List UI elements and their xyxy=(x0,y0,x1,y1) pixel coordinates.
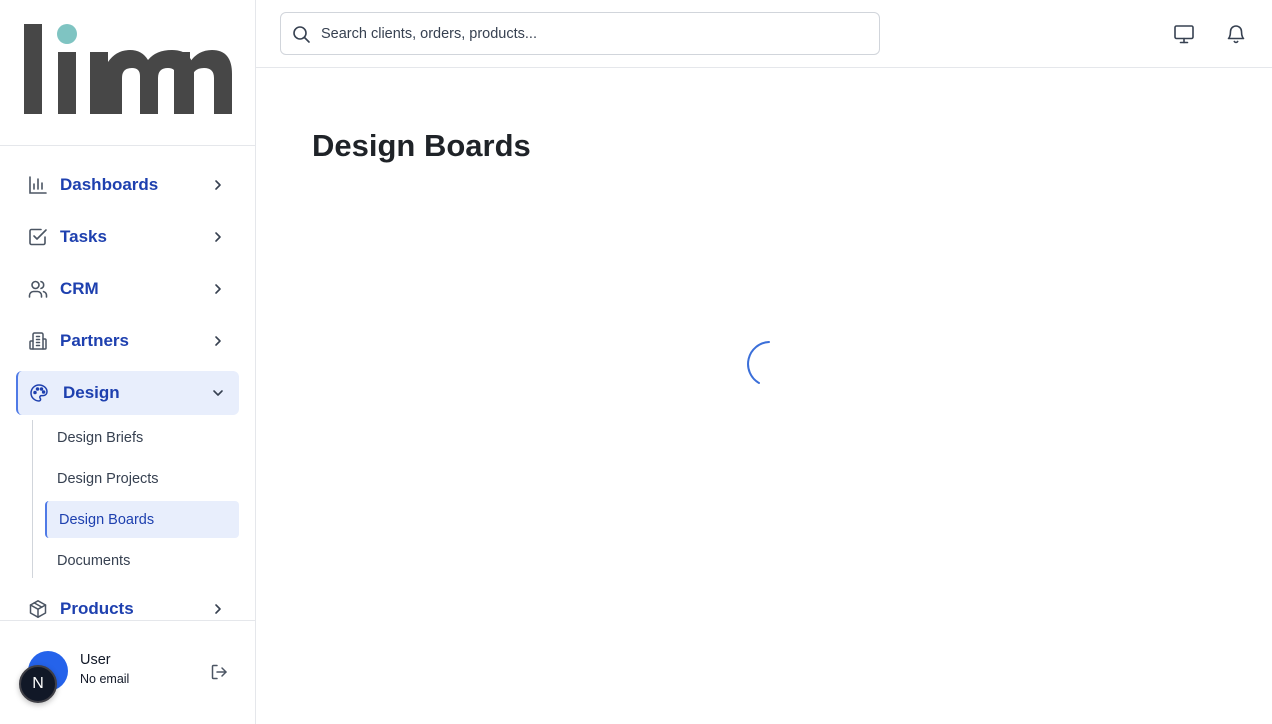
sidebar-item-crm[interactable]: CRM xyxy=(16,267,239,311)
sidebar-subitem-design-projects[interactable]: Design Projects xyxy=(45,460,239,497)
page-title: Design Boards xyxy=(312,128,531,163)
search-icon xyxy=(293,26,310,43)
sidebar-subitem-design-briefs[interactable]: Design Briefs xyxy=(45,419,239,456)
sidebar-item-tasks[interactable]: Tasks xyxy=(16,215,239,259)
chevron-right-icon xyxy=(215,336,221,346)
building-icon xyxy=(29,332,47,350)
submenu-guide-line xyxy=(32,420,33,578)
bar-chart-icon xyxy=(29,176,47,194)
package-icon xyxy=(29,600,47,618)
loading-spinner xyxy=(747,341,770,384)
chevron-down-icon xyxy=(213,390,223,396)
palette-icon xyxy=(30,384,48,402)
logo-area xyxy=(0,0,255,146)
chevron-right-icon xyxy=(215,284,221,294)
top-bar xyxy=(256,0,1272,68)
sidebar-item-label: Dashboards xyxy=(60,175,159,194)
check-square-icon xyxy=(29,228,47,246)
sidebar: Dashboards Tasks CRM Partners Design Des… xyxy=(0,0,256,724)
limn-logo[interactable] xyxy=(24,24,232,114)
sidebar-subitem-documents[interactable]: Documents xyxy=(45,542,239,579)
chevron-right-icon xyxy=(215,232,221,242)
sidebar-item-label: Tasks xyxy=(60,227,107,246)
chevron-right-icon xyxy=(215,604,221,614)
sidebar-item-partners[interactable]: Partners xyxy=(16,319,239,363)
search-input[interactable] xyxy=(321,21,871,47)
sidebar-item-products[interactable]: Products xyxy=(16,587,239,620)
bell-icon[interactable] xyxy=(1225,23,1247,45)
sidebar-item-label: Products xyxy=(60,599,134,618)
user-email: No email xyxy=(80,672,130,686)
chevron-right-icon xyxy=(215,180,221,190)
sidebar-item-label: CRM xyxy=(60,279,99,298)
sidebar-subitem-design-boards[interactable]: Design Boards xyxy=(45,501,239,538)
search-box[interactable] xyxy=(280,12,880,55)
users-icon xyxy=(28,280,48,298)
sidebar-item-label: Partners xyxy=(60,331,129,350)
dev-tools-badge[interactable]: N xyxy=(19,665,57,703)
sidebar-item-dashboards[interactable]: Dashboards xyxy=(16,163,239,207)
user-panel: N User No email xyxy=(0,620,255,724)
user-name: User xyxy=(80,652,111,668)
sidebar-nav: Dashboards Tasks CRM Partners Design Des… xyxy=(0,147,255,620)
logout-icon[interactable] xyxy=(210,663,228,681)
sidebar-item-label: Design xyxy=(63,383,120,402)
monitor-icon[interactable] xyxy=(1173,23,1195,45)
sidebar-item-design[interactable]: Design xyxy=(16,371,239,415)
